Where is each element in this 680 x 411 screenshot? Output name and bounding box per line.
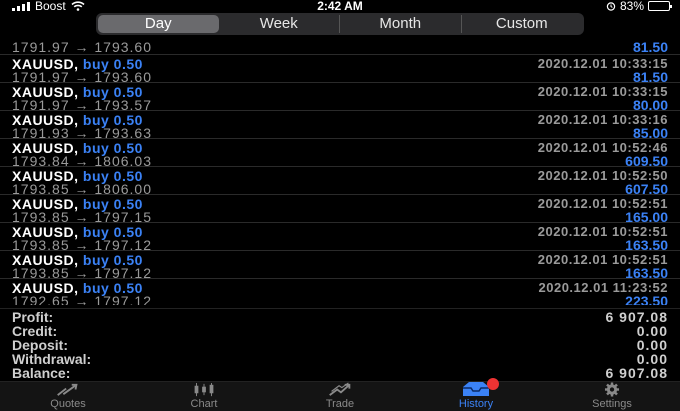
- tab-day[interactable]: Day: [98, 15, 219, 33]
- deal-row[interactable]: XAUUSD, buy 0.50 2020.12.01 10:52:50 179…: [0, 167, 680, 197]
- summary-label: Balance:: [12, 365, 71, 381]
- account-summary: Profit: 6 907.08 Credit: 0.00 Deposit: 0…: [0, 308, 680, 381]
- deal-profit: 81.50: [632, 39, 668, 55]
- chart-icon: [194, 382, 214, 397]
- summary-profit: Profit: 6 907.08: [0, 309, 680, 325]
- summary-deposit: Deposit: 0.00: [0, 337, 680, 353]
- trade-icon: [329, 382, 351, 396]
- summary-balance: Balance: 6 907.08: [0, 365, 680, 381]
- summary-value: 6 907.08: [605, 365, 668, 381]
- bottom-tab-bar: Quotes Chart Trade History Settings: [0, 378, 680, 411]
- deal-profit: 223.50: [625, 293, 668, 305]
- summary-credit: Credit: 0.00: [0, 323, 680, 339]
- deal-row[interactable]: 1791.97 → 1793.60 81.50: [0, 37, 680, 55]
- deal-row[interactable]: XAUUSD, buy 0.50 2020.12.01 10:52:51 179…: [0, 223, 680, 253]
- history-icon-wrap: [461, 378, 499, 398]
- tab-month[interactable]: Month: [340, 15, 462, 33]
- quotes-icon: [57, 383, 78, 396]
- status-right: 83%: [606, 0, 672, 13]
- notification-badge: [487, 378, 499, 390]
- tab-label: Trade: [325, 398, 355, 410]
- deal-prices: 1791.97 → 1793.60: [12, 39, 152, 55]
- deal-row[interactable]: XAUUSD, buy 0.50 2020.12.01 10:52:46 179…: [0, 139, 680, 169]
- status-time: 2:42 AM: [317, 0, 363, 13]
- deal-row[interactable]: XAUUSD, buy 0.50 2020.12.01 10:52:51 179…: [0, 251, 680, 281]
- tab-custom[interactable]: Custom: [462, 15, 583, 33]
- settings-icon: [604, 382, 620, 397]
- status-bar: Boost 2:42 AM 83%: [0, 0, 680, 12]
- deal-row[interactable]: XAUUSD, buy 0.50 2020.12.01 10:33:15 179…: [0, 55, 680, 85]
- tab-settings[interactable]: Settings: [544, 382, 680, 411]
- deals-list[interactable]: 1791.97 → 1793.60 81.50 XAUUSD, buy 0.50…: [0, 37, 680, 305]
- summary-withdrawal: Withdrawal: 0.00: [0, 351, 680, 367]
- alarm-icon: [606, 2, 616, 11]
- tab-week[interactable]: Week: [219, 15, 340, 33]
- deal-prices: 1792.65 → 1797.12: [12, 293, 152, 305]
- tab-history[interactable]: History: [408, 378, 544, 411]
- deal-row[interactable]: XAUUSD, buy 0.50 2020.12.01 10:33:16 179…: [0, 111, 680, 141]
- tab-label: History: [458, 398, 494, 410]
- tab-chart[interactable]: Chart: [136, 382, 272, 411]
- tab-label: Settings: [592, 398, 632, 410]
- tab-quotes[interactable]: Quotes: [0, 382, 136, 411]
- deal-row[interactable]: XAUUSD, buy 0.50 2020.12.01 10:52:51 179…: [0, 195, 680, 225]
- battery-percent: 83%: [619, 0, 644, 13]
- deal-row[interactable]: XAUUSD, buy 0.50 2020.12.01 11:23:52 179…: [0, 279, 680, 305]
- tab-label: Chart: [190, 398, 218, 410]
- battery-icon: [648, 1, 672, 11]
- tab-trade[interactable]: Trade: [272, 382, 408, 411]
- period-selector: Day Week Month Custom: [96, 13, 584, 35]
- deal-row[interactable]: XAUUSD, buy 0.50 2020.12.01 10:33:15 179…: [0, 83, 680, 113]
- tab-label: Quotes: [50, 398, 86, 410]
